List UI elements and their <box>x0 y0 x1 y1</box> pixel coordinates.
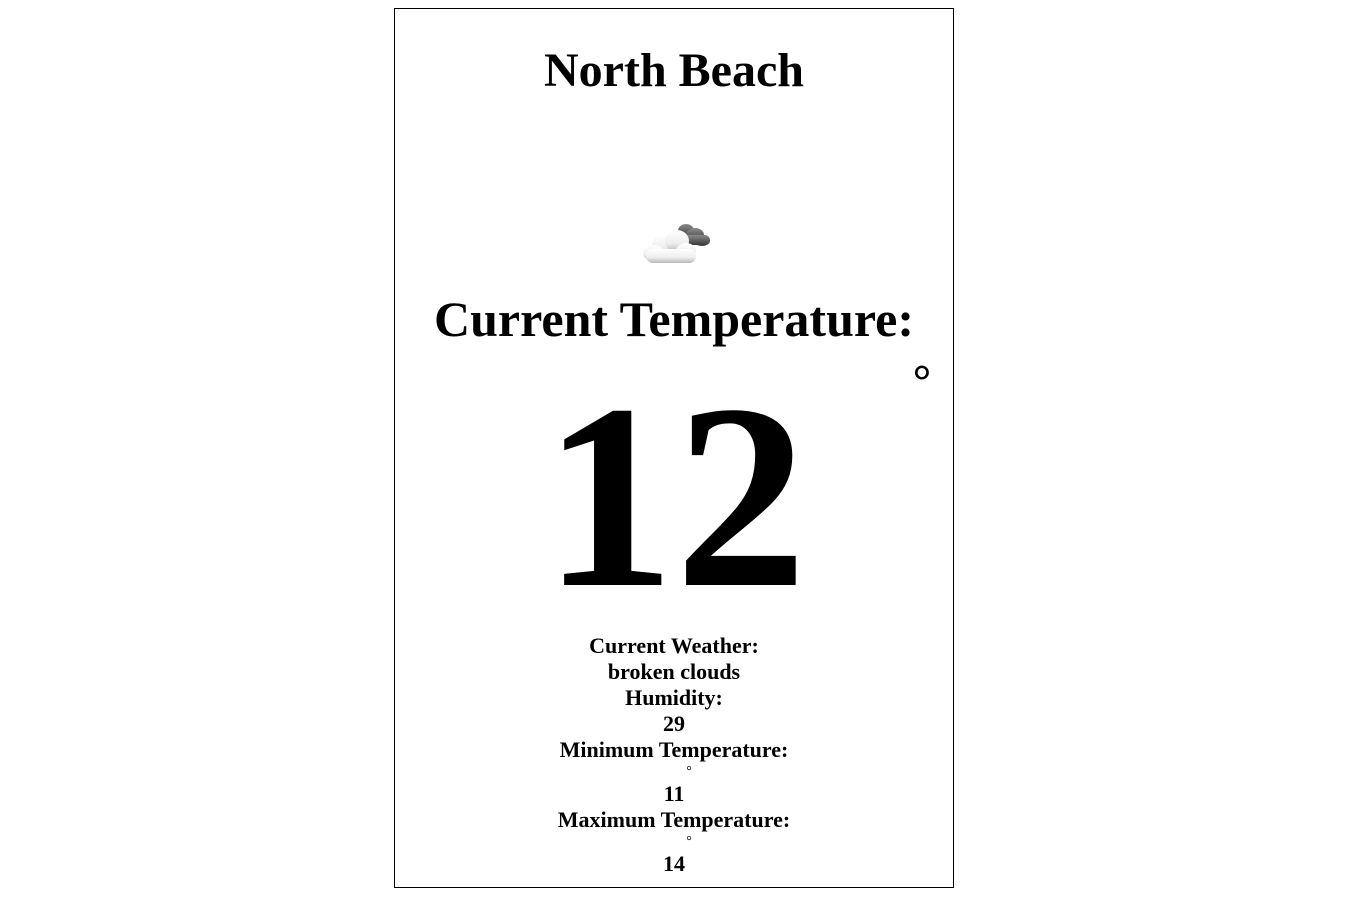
minimum-temperature-label: Minimum Temperature: <box>559 737 789 762</box>
maximum-temperature-value: 14 <box>663 851 685 876</box>
current-temperature-degree: ° <box>912 355 932 406</box>
broken-clouds-icon-graphic <box>643 224 710 263</box>
current-weather-label: Current Weather: <box>589 633 759 658</box>
current-temperature-label: Current Temperature: <box>433 291 915 347</box>
humidity-label: Humidity: <box>625 685 723 710</box>
humidity-value: 29 <box>663 711 685 736</box>
current-temperature-value: 12 <box>543 351 807 643</box>
weather-details: Current Weather: broken clouds Humidity:… <box>395 633 953 877</box>
minimum-temperature-degree: ° <box>686 764 692 779</box>
maximum-temperature-degree: ° <box>686 834 692 849</box>
minimum-temperature-value: 11 <box>663 781 685 806</box>
weather-card: North Beach Current Temperature: 12 ° Cu… <box>394 8 954 888</box>
current-weather-value: broken clouds <box>607 659 741 684</box>
city-name: North Beach <box>544 44 804 97</box>
broken-clouds-icon <box>640 211 712 267</box>
maximum-temperature-label: Maximum Temperature: <box>557 807 791 832</box>
